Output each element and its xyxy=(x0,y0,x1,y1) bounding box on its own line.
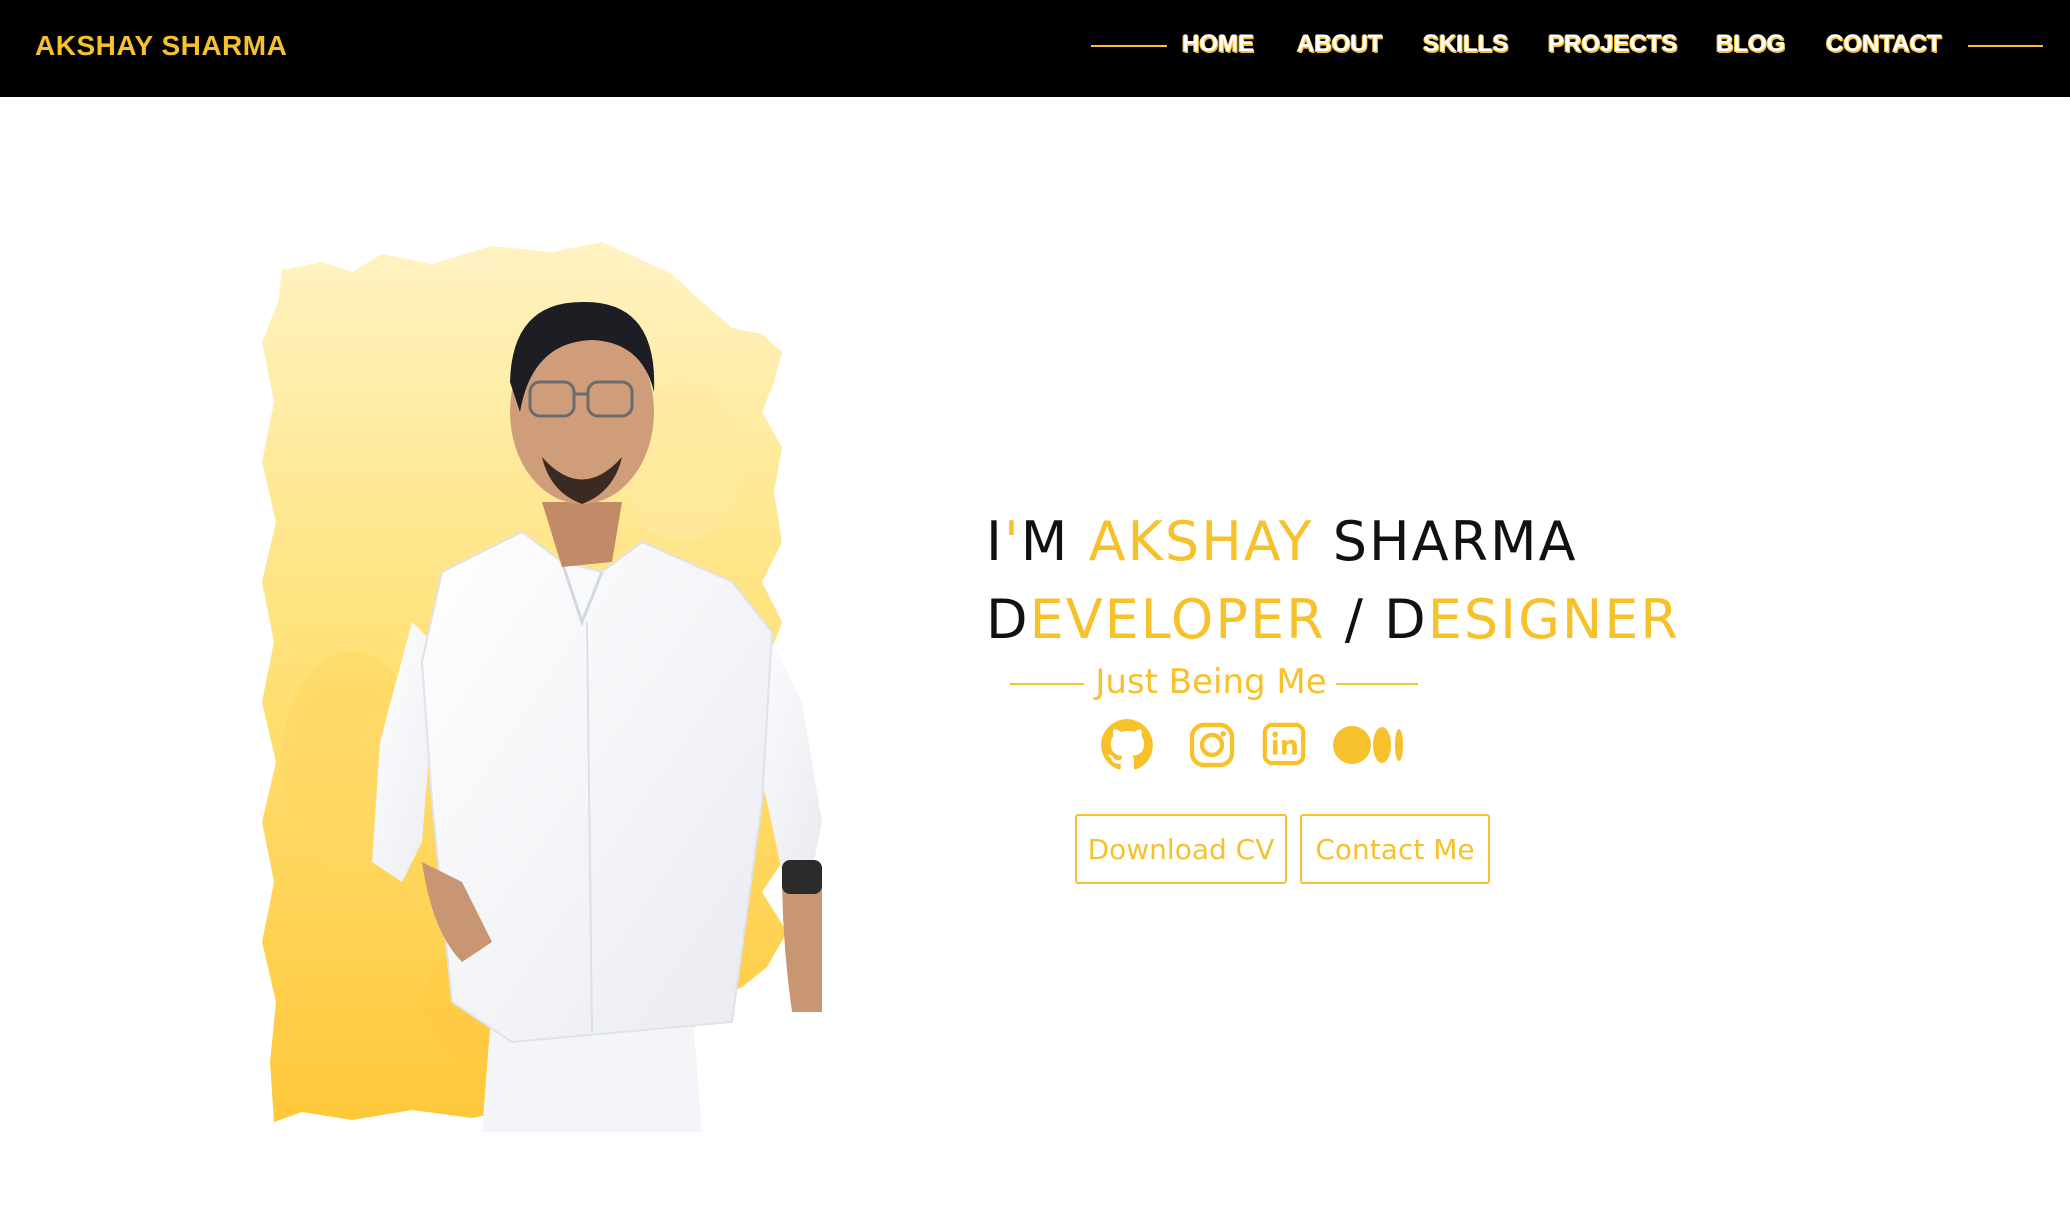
hero-role-part: ESIGNER xyxy=(1427,588,1680,651)
tagline-divider-right xyxy=(1336,683,1418,685)
brand-logo[interactable]: AKSHAY SHARMA xyxy=(35,30,287,62)
nav-blog-link[interactable]: BLOG xyxy=(1716,30,1785,58)
nav-home-link[interactable]: HOME xyxy=(1182,30,1254,58)
nav-contact-link[interactable]: CONTACT xyxy=(1826,30,1942,58)
linkedin-icon[interactable] xyxy=(1261,721,1307,767)
hero-title-part: ' xyxy=(1003,510,1021,573)
nav-skills-link[interactable]: SKILLS xyxy=(1423,30,1508,58)
hero-portrait-image xyxy=(262,242,822,1132)
instagram-icon[interactable] xyxy=(1188,721,1236,769)
hero-title-part: M xyxy=(1020,510,1089,573)
nav-divider-right xyxy=(1968,45,2043,47)
tagline-row: Just Being Me xyxy=(1010,662,1418,706)
white-shirt xyxy=(420,530,774,1044)
github-icon[interactable] xyxy=(1100,718,1154,772)
tagline: Just Being Me xyxy=(1095,662,1327,702)
wristwatch xyxy=(782,860,822,894)
hero-role-part: EVELOPER xyxy=(1029,588,1326,651)
hero-title-lastname: SHARMA xyxy=(1313,510,1578,573)
medium-icon[interactable] xyxy=(1332,724,1406,766)
hero-title-firstname: AKSHAY xyxy=(1088,510,1314,573)
hero-role-part: D xyxy=(986,588,1030,651)
nav-about-link[interactable]: ABOUT xyxy=(1297,30,1382,58)
hero-title-line1: I'M AKSHAY SHARMA xyxy=(986,510,1578,573)
hero-role-part: / D xyxy=(1325,588,1428,651)
hero-title-part: I xyxy=(986,510,1004,573)
contact-me-button[interactable]: Contact Me xyxy=(1300,814,1490,884)
nav-divider-left xyxy=(1091,45,1167,47)
hero-title-line2: DEVELOPER / DESIGNER xyxy=(986,588,1680,651)
download-cv-button[interactable]: Download CV xyxy=(1075,814,1287,884)
nav-projects-link[interactable]: PROJECTS xyxy=(1548,30,1677,58)
navbar: AKSHAY SHARMA HOME ABOUT SKILLS PROJECTS… xyxy=(0,0,2070,97)
tagline-divider-left xyxy=(1010,683,1084,685)
